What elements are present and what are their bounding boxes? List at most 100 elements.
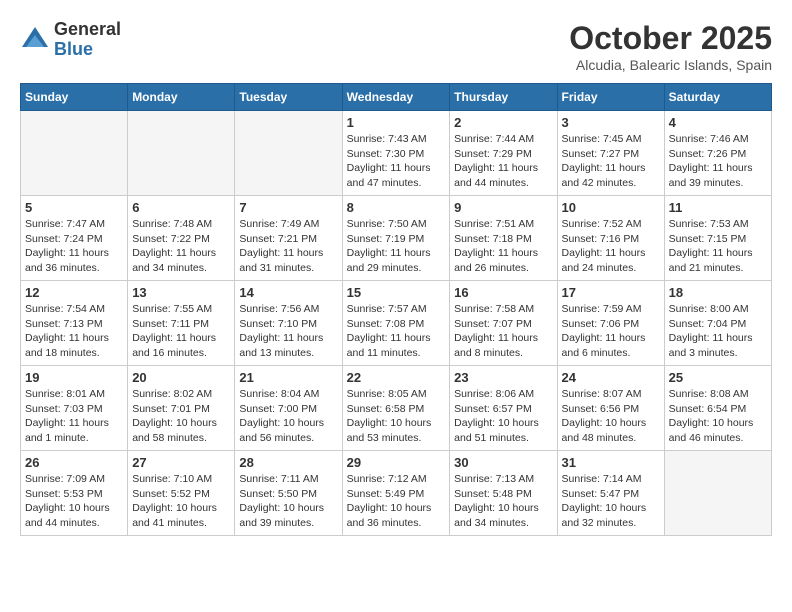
- calendar-cell: 3 Sunrise: 7:45 AM Sunset: 7:27 PM Daylig…: [557, 111, 664, 196]
- day-info: Sunrise: 7:47 AM Sunset: 7:24 PM Dayligh…: [25, 217, 123, 276]
- day-number: 8: [347, 200, 446, 215]
- day-number: 10: [562, 200, 660, 215]
- day-info: Sunrise: 7:58 AM Sunset: 7:07 PM Dayligh…: [454, 302, 552, 361]
- day-number: 31: [562, 455, 660, 470]
- calendar-week-row: 5 Sunrise: 7:47 AM Sunset: 7:24 PM Daylig…: [21, 196, 772, 281]
- day-info: Sunrise: 7:59 AM Sunset: 7:06 PM Dayligh…: [562, 302, 660, 361]
- day-of-week-header: Sunday: [21, 84, 128, 111]
- calendar-cell: 29 Sunrise: 7:12 AM Sunset: 5:49 PM Dayli…: [342, 451, 450, 536]
- calendar-week-row: 1Sunrise: 7:43 AM Sunset: 7:30 PM Daylig…: [21, 111, 772, 196]
- calendar-cell: 15 Sunrise: 7:57 AM Sunset: 7:08 PM Dayli…: [342, 281, 450, 366]
- day-number: 11: [669, 200, 767, 215]
- day-number: 21: [239, 370, 337, 385]
- calendar-cell: 31 Sunrise: 7:14 AM Sunset: 5:47 PM Dayli…: [557, 451, 664, 536]
- calendar-cell: [664, 451, 771, 536]
- day-of-week-header: Friday: [557, 84, 664, 111]
- day-number: 20: [132, 370, 230, 385]
- day-number: 1: [347, 115, 446, 130]
- calendar-cell: 27Sunrise: 7:10 AM Sunset: 5:52 PM Dayli…: [128, 451, 235, 536]
- day-info: Sunrise: 7:54 AM Sunset: 7:13 PM Dayligh…: [25, 302, 123, 361]
- calendar-week-row: 12 Sunrise: 7:54 AM Sunset: 7:13 PM Dayli…: [21, 281, 772, 366]
- day-number: 29: [347, 455, 446, 470]
- day-info: Sunrise: 8:06 AM Sunset: 6:57 PM Dayligh…: [454, 387, 552, 446]
- calendar-week-row: 19Sunrise: 8:01 AM Sunset: 7:03 PM Dayli…: [21, 366, 772, 451]
- day-number: 15: [347, 285, 446, 300]
- logo-general: General: [54, 20, 121, 40]
- calendar-cell: 13Sunrise: 7:55 AM Sunset: 7:11 PM Dayli…: [128, 281, 235, 366]
- day-number: 24: [562, 370, 660, 385]
- calendar-table: SundayMondayTuesdayWednesdayThursdayFrid…: [20, 83, 772, 536]
- calendar-cell: 10 Sunrise: 7:52 AM Sunset: 7:16 PM Dayli…: [557, 196, 664, 281]
- day-number: 19: [25, 370, 123, 385]
- day-of-week-header: Thursday: [450, 84, 557, 111]
- logo-icon: [20, 25, 50, 55]
- day-info: Sunrise: 7:52 AM Sunset: 7:16 PM Dayligh…: [562, 217, 660, 276]
- calendar-cell: 8 Sunrise: 7:50 AM Sunset: 7:19 PM Daylig…: [342, 196, 450, 281]
- day-info: Sunrise: 8:07 AM Sunset: 6:56 PM Dayligh…: [562, 387, 660, 446]
- day-info: Sunrise: 7:53 AM Sunset: 7:15 PM Dayligh…: [669, 217, 767, 276]
- page-header: General Blue October 2025 Alcudia, Balea…: [20, 20, 772, 73]
- day-number: 23: [454, 370, 552, 385]
- day-info: Sunrise: 7:10 AM Sunset: 5:52 PM Dayligh…: [132, 472, 230, 531]
- day-number: 25: [669, 370, 767, 385]
- day-number: 3: [562, 115, 660, 130]
- day-number: 14: [239, 285, 337, 300]
- day-info: Sunrise: 8:08 AM Sunset: 6:54 PM Dayligh…: [669, 387, 767, 446]
- calendar-cell: 7 Sunrise: 7:49 AM Sunset: 7:21 PM Daylig…: [235, 196, 342, 281]
- day-of-week-header: Saturday: [664, 84, 771, 111]
- day-number: 18: [669, 285, 767, 300]
- calendar-cell: 25 Sunrise: 8:08 AM Sunset: 6:54 PM Dayli…: [664, 366, 771, 451]
- calendar-cell: 5 Sunrise: 7:47 AM Sunset: 7:24 PM Daylig…: [21, 196, 128, 281]
- calendar-cell: 18 Sunrise: 8:00 AM Sunset: 7:04 PM Dayli…: [664, 281, 771, 366]
- day-info: Sunrise: 8:00 AM Sunset: 7:04 PM Dayligh…: [669, 302, 767, 361]
- calendar-cell: 20 Sunrise: 8:02 AM Sunset: 7:01 PM Dayli…: [128, 366, 235, 451]
- calendar-cell: [235, 111, 342, 196]
- day-info: Sunrise: 7:14 AM Sunset: 5:47 PM Dayligh…: [562, 472, 660, 531]
- day-number: 22: [347, 370, 446, 385]
- day-number: 12: [25, 285, 123, 300]
- calendar-cell: 9Sunrise: 7:51 AM Sunset: 7:18 PM Daylig…: [450, 196, 557, 281]
- day-info: Sunrise: 7:12 AM Sunset: 5:49 PM Dayligh…: [347, 472, 446, 531]
- day-info: Sunrise: 7:57 AM Sunset: 7:08 PM Dayligh…: [347, 302, 446, 361]
- logo-text: General Blue: [54, 20, 121, 60]
- calendar-header-row: SundayMondayTuesdayWednesdayThursdayFrid…: [21, 84, 772, 111]
- day-info: Sunrise: 7:44 AM Sunset: 7:29 PM Dayligh…: [454, 132, 552, 191]
- calendar-cell: 26 Sunrise: 7:09 AM Sunset: 5:53 PM Dayli…: [21, 451, 128, 536]
- logo-blue: Blue: [54, 40, 121, 60]
- day-info: Sunrise: 7:55 AM Sunset: 7:11 PM Dayligh…: [132, 302, 230, 361]
- day-of-week-header: Monday: [128, 84, 235, 111]
- day-number: 30: [454, 455, 552, 470]
- calendar-cell: [21, 111, 128, 196]
- calendar-cell: 19Sunrise: 8:01 AM Sunset: 7:03 PM Dayli…: [21, 366, 128, 451]
- day-info: Sunrise: 7:45 AM Sunset: 7:27 PM Dayligh…: [562, 132, 660, 191]
- day-number: 9: [454, 200, 552, 215]
- day-info: Sunrise: 7:11 AM Sunset: 5:50 PM Dayligh…: [239, 472, 337, 531]
- day-info: Sunrise: 8:05 AM Sunset: 6:58 PM Dayligh…: [347, 387, 446, 446]
- calendar-week-row: 26 Sunrise: 7:09 AM Sunset: 5:53 PM Dayli…: [21, 451, 772, 536]
- day-info: Sunrise: 7:49 AM Sunset: 7:21 PM Dayligh…: [239, 217, 337, 276]
- calendar-cell: 30Sunrise: 7:13 AM Sunset: 5:48 PM Dayli…: [450, 451, 557, 536]
- day-info: Sunrise: 8:02 AM Sunset: 7:01 PM Dayligh…: [132, 387, 230, 446]
- month-title: October 2025: [569, 20, 772, 57]
- calendar-cell: 2 Sunrise: 7:44 AM Sunset: 7:29 PM Daylig…: [450, 111, 557, 196]
- day-info: Sunrise: 7:46 AM Sunset: 7:26 PM Dayligh…: [669, 132, 767, 191]
- calendar-cell: 11 Sunrise: 7:53 AM Sunset: 7:15 PM Dayli…: [664, 196, 771, 281]
- calendar-cell: 1Sunrise: 7:43 AM Sunset: 7:30 PM Daylig…: [342, 111, 450, 196]
- day-number: 17: [562, 285, 660, 300]
- day-number: 16: [454, 285, 552, 300]
- day-number: 5: [25, 200, 123, 215]
- calendar-cell: 28Sunrise: 7:11 AM Sunset: 5:50 PM Dayli…: [235, 451, 342, 536]
- calendar-cell: 24 Sunrise: 8:07 AM Sunset: 6:56 PM Dayli…: [557, 366, 664, 451]
- logo: General Blue: [20, 20, 121, 60]
- day-number: 2: [454, 115, 552, 130]
- calendar-cell: 6Sunrise: 7:48 AM Sunset: 7:22 PM Daylig…: [128, 196, 235, 281]
- title-block: October 2025 Alcudia, Balearic Islands, …: [569, 20, 772, 73]
- day-info: Sunrise: 8:04 AM Sunset: 7:00 PM Dayligh…: [239, 387, 337, 446]
- day-info: Sunrise: 7:50 AM Sunset: 7:19 PM Dayligh…: [347, 217, 446, 276]
- day-number: 26: [25, 455, 123, 470]
- day-info: Sunrise: 7:48 AM Sunset: 7:22 PM Dayligh…: [132, 217, 230, 276]
- day-number: 4: [669, 115, 767, 130]
- calendar-cell: 23 Sunrise: 8:06 AM Sunset: 6:57 PM Dayli…: [450, 366, 557, 451]
- day-info: Sunrise: 7:09 AM Sunset: 5:53 PM Dayligh…: [25, 472, 123, 531]
- day-number: 7: [239, 200, 337, 215]
